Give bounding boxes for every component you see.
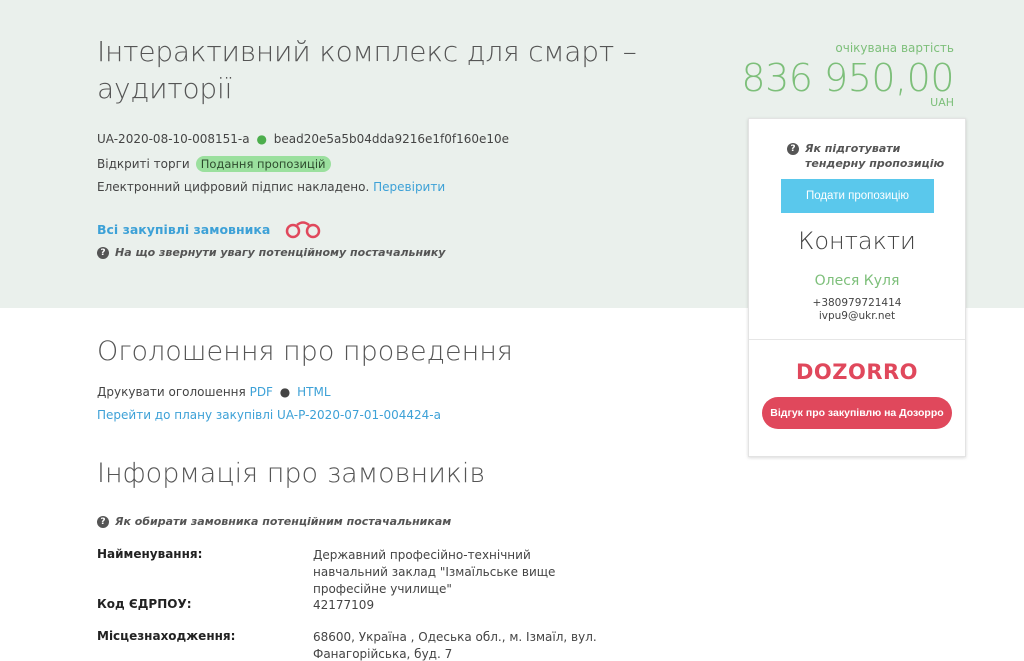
print-label: Друкувати оголошення (97, 385, 246, 399)
info-key: Код ЄДРПОУ: (97, 597, 192, 611)
info-value: Державний професійно-технічний навчальни… (313, 548, 556, 596)
expected-value-currency: UAH (930, 96, 954, 109)
dozorro-feedback-button[interactable]: Відгук про закупівлю на Дозорро (762, 397, 952, 429)
contact-email: ivpu9@ukr.net (818, 310, 896, 322)
dozorro-logo-text: DOZORRO (795, 360, 919, 384)
expected-value-amount: 836 950,00 (741, 56, 954, 100)
all-purchases-row: Всі закупівлі замовника (97, 219, 322, 239)
customer-location-row: Місцезнаходження: 68600, Україна , Одесь… (97, 629, 617, 661)
customer-code-row: Код ЄДРПОУ: 42177109 (97, 597, 617, 614)
customer-help-text: Як обирати замовника потенційним постача… (115, 515, 452, 528)
verify-signature-link[interactable]: Перевірити (373, 180, 445, 194)
customer-name-row: Найменування: Державний професійно-техні… (97, 547, 617, 598)
customer-help-row[interactable]: ? Як обирати замовника потенційним поста… (97, 515, 451, 528)
print-announcement-row: Друкувати оголошення PDF ● HTML (97, 385, 331, 399)
question-icon: ? (97, 515, 109, 528)
dozorro-logo: DOZORRO (795, 359, 919, 385)
attention-help-text: На що звернути увагу потенційному постач… (115, 246, 446, 259)
tender-status-row: Відкриті торги Подання пропозицій (97, 156, 331, 172)
info-value: 68600, Україна , Одеська обл., м. Ізмаїл… (313, 630, 597, 661)
print-html-link[interactable]: HTML (297, 385, 330, 399)
tender-id: UA-2020-08-10-008151-a (97, 132, 250, 146)
question-icon: ? (787, 143, 799, 155)
contacts-title: Контакти (798, 227, 916, 255)
separator-dot: ● (256, 132, 267, 146)
tender-identifiers: UA-2020-08-10-008151-a ● bead20e5a5b04dd… (97, 132, 509, 146)
contact-name: Олеся Куля (814, 273, 900, 289)
signature-text: Електронний цифровий підпис накладено. (97, 180, 370, 194)
tender-hash: bead20e5a5b04dda9216e1f0f160e10e (273, 132, 510, 146)
separator-dot: ● (279, 385, 291, 399)
how-to-prepare-text: Як підготувати тендерну пропозицію (805, 142, 945, 170)
card-divider (749, 339, 965, 340)
signature-row: Електронний цифровий підпис накладено. П… (97, 180, 445, 194)
handcuffs-icon[interactable] (284, 219, 322, 239)
status-badge: Подання пропозицій (195, 156, 331, 172)
procedure-type: Відкриті торги (97, 157, 190, 171)
question-icon: ? (97, 246, 109, 259)
attention-help-row[interactable]: ? На що звернути увагу потенційному пост… (97, 246, 445, 259)
submit-proposal-button[interactable]: Подати пропозицію (781, 179, 934, 213)
info-value: 42177109 (313, 598, 375, 612)
expected-value-label: очікувана вартість (835, 41, 954, 55)
customers-heading: Інформація про замовників (97, 458, 486, 489)
contacts-card: ? Як підготувати тендерну пропозицію Под… (748, 118, 966, 457)
info-key: Найменування: (97, 547, 203, 561)
procurement-plan-link[interactable]: Перейти до плану закупівлі UA-P-2020-07-… (97, 408, 441, 422)
all-purchases-link[interactable]: Всі закупівлі замовника (97, 222, 270, 237)
how-to-prepare-help[interactable]: ? Як підготувати тендерну пропозицію (787, 141, 947, 171)
contact-phone: +380979721414 (812, 297, 902, 309)
plan-link-row: Перейти до плану закупівлі UA-P-2020-07-… (97, 408, 441, 422)
info-key: Місцезнаходження: (97, 629, 236, 643)
announcement-heading: Оголошення про проведення (97, 336, 513, 367)
tender-title: Інтерактивний комплекс для смарт – аудит… (97, 35, 637, 105)
print-pdf-link[interactable]: PDF (250, 385, 273, 399)
